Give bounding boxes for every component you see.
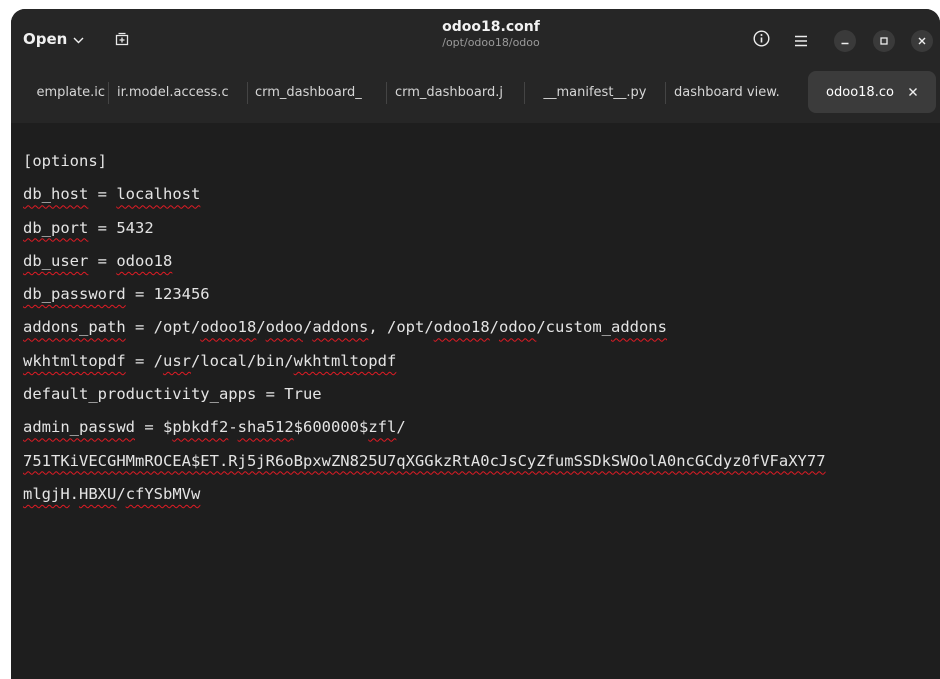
tab-label: __manifest__.py xyxy=(543,84,647,100)
window-subtitle: /opt/odoo18/odoo xyxy=(442,36,540,49)
title-area: odoo18.conf /opt/odoo18/odoo xyxy=(351,18,631,50)
misspelled-token: db_password xyxy=(23,285,126,304)
chevron-down-icon xyxy=(73,34,84,47)
new-tab-icon[interactable] xyxy=(115,31,129,46)
tab-close-icon[interactable] xyxy=(908,87,918,97)
tab-crm-dashboard-2[interactable]: crm_dashboard.j xyxy=(389,71,521,113)
tab-label: dashboard view. xyxy=(674,84,780,100)
misspelled-token: 751TKiVECGHMmROCEA$ET.Rj5jR6oBpxwZN825U7… xyxy=(23,451,826,470)
code-line[interactable]: [options] xyxy=(23,145,826,178)
tab-label: emplate.ic xyxy=(36,84,105,100)
code-token: / xyxy=(302,318,313,337)
code-line[interactable]: mlgjH.HBXU/cfYSbMVw xyxy=(23,478,826,511)
misspelled-token: odoo xyxy=(499,318,537,337)
code-token: /local/bin/ xyxy=(190,351,294,370)
info-icon[interactable] xyxy=(753,30,770,47)
editor-window: Open odoo18.conf /opt/odoo18/odoo emplat… xyxy=(11,9,940,679)
misspelled-token: db_host xyxy=(23,185,89,204)
header-bar: Open odoo18.conf /opt/odoo18/odoo xyxy=(11,9,940,65)
misspelled-token: sha512 xyxy=(237,418,294,437)
misspelled-token: addons_path xyxy=(23,318,126,337)
misspelled-token: usr xyxy=(162,351,191,370)
close-button[interactable] xyxy=(911,30,933,52)
tab-label: crm_dashboard.j xyxy=(395,84,503,100)
code-line[interactable]: addons_path = /opt/odoo18/odoo/addons, /… xyxy=(23,311,826,344)
code-line[interactable]: db_port = 5432 xyxy=(23,212,826,245)
tab-crm-dashboard-1[interactable]: crm_dashboard_ xyxy=(249,71,385,113)
code-token: = $ xyxy=(134,418,173,437)
code-token: /custom_ xyxy=(536,318,611,337)
code-token: = / xyxy=(125,351,163,370)
code-token: default_productivity_apps = True xyxy=(23,385,322,404)
text-editor[interactable]: [options] db_host = localhost db_port = 54… xyxy=(11,123,940,679)
misspelled-token: db_user xyxy=(23,251,89,270)
minimize-button[interactable] xyxy=(834,30,856,52)
code-token: . xyxy=(69,484,80,503)
open-button[interactable]: Open xyxy=(23,27,84,51)
code-line[interactable]: db_password = 123456 xyxy=(23,278,826,311)
tab-separator xyxy=(247,82,248,104)
tab-separator xyxy=(665,82,666,104)
code-token: = /opt/ xyxy=(125,318,201,337)
misspelled-token: pbkdf2 xyxy=(172,418,229,437)
code-token: = xyxy=(88,185,117,204)
tab-label: odoo18.co xyxy=(826,84,894,100)
code-token: / xyxy=(256,318,266,337)
code-token: = 5432 xyxy=(88,218,154,237)
code-token: , /opt/ xyxy=(368,318,434,337)
code-line[interactable]: admin_passwd = $pbkdf2-sha512$600000$zfl… xyxy=(23,411,826,444)
misspelled-token: addons xyxy=(312,318,369,337)
code-line[interactable]: db_user = odoo18 xyxy=(23,245,826,278)
window-title: odoo18.conf xyxy=(442,19,540,35)
code-token: = xyxy=(88,251,117,270)
maximize-icon xyxy=(880,37,888,45)
tab-manifest[interactable]: __manifest__.py xyxy=(526,71,664,113)
misspelled-token: odoo xyxy=(265,318,303,337)
misspelled-token: db_port xyxy=(23,218,89,237)
code-token: - xyxy=(228,418,238,437)
code-token: = 123456 xyxy=(125,285,210,304)
misspelled-token: odoo18 xyxy=(433,318,490,337)
open-label: Open xyxy=(23,30,68,48)
code-line[interactable]: wkhtmltopdf = /usr/local/bin/wkhtmltopdf xyxy=(23,345,826,378)
code-token: / xyxy=(116,484,126,503)
misspelled-token: localhost xyxy=(116,185,201,204)
misspelled-token: wkhtmltopdf xyxy=(23,351,126,370)
tab-label: ir.model.access.c xyxy=(117,84,229,100)
tab-bar: emplate.ic ir.model.access.c crm_dashboa… xyxy=(11,65,940,123)
tab-odoo18-conf[interactable]: odoo18.co xyxy=(808,71,936,113)
editor-text[interactable]: [options] db_host = localhost db_port = 54… xyxy=(23,145,826,511)
tab-separator xyxy=(524,82,525,104)
tab-ir-model-access[interactable]: ir.model.access.c xyxy=(111,71,245,113)
misspelled-token: mlgjH xyxy=(23,484,70,503)
misspelled-token: odoo18 xyxy=(200,318,257,337)
misspelled-token: odoo18 xyxy=(116,251,173,270)
misspelled-token: admin_passwd xyxy=(23,418,135,437)
tab-separator xyxy=(386,82,387,104)
tab-template[interactable]: emplate.ic xyxy=(11,71,109,113)
misspelled-token: wkhtmltopdf xyxy=(293,351,397,370)
code-line[interactable]: db_host = localhost xyxy=(23,178,826,211)
maximize-button[interactable] xyxy=(873,30,895,52)
tab-dashboard-view[interactable]: dashboard view. xyxy=(668,71,796,113)
misspelled-token: zfl xyxy=(368,418,397,437)
misspelled-token: addons xyxy=(610,318,667,337)
misspelled-token: cfYSbMVw xyxy=(125,484,201,503)
code-token: $600000$ xyxy=(293,418,369,437)
close-icon xyxy=(918,37,926,45)
tab-label: crm_dashboard_ xyxy=(255,84,362,100)
misspelled-token: HBXU xyxy=(79,484,117,503)
code-line[interactable]: 751TKiVECGHMmROCEA$ET.Rj5jR6oBpxwZN825U7… xyxy=(23,445,826,478)
menu-icon[interactable] xyxy=(794,32,808,47)
code-token: / xyxy=(396,418,406,437)
minimize-icon xyxy=(841,42,849,45)
tab-separator xyxy=(108,82,109,104)
code-line[interactable]: default_productivity_apps = True xyxy=(23,378,826,411)
code-token: [options] xyxy=(23,152,107,170)
code-token: / xyxy=(489,318,499,337)
